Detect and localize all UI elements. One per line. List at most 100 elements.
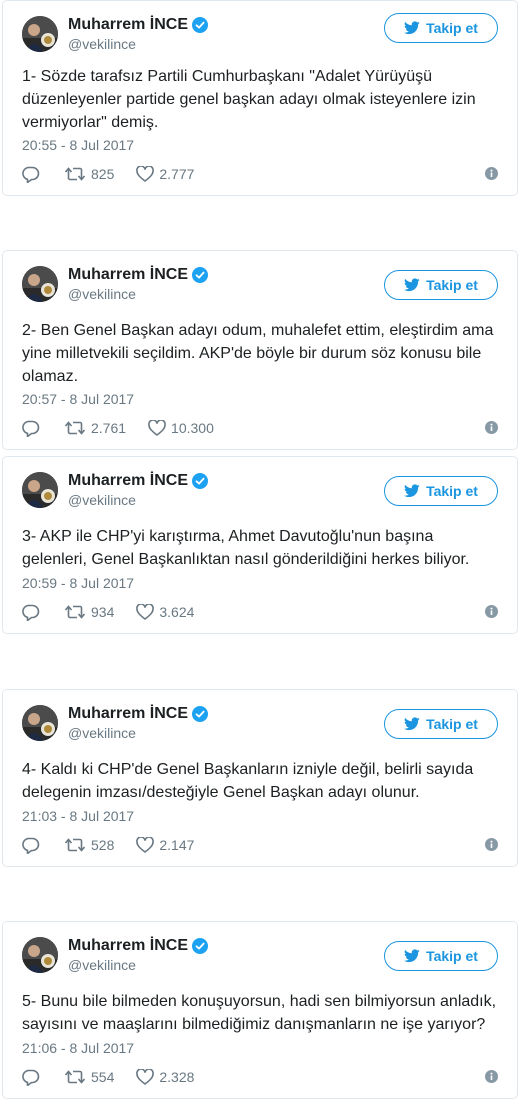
follow-button[interactable]: Takip et (384, 13, 498, 43)
like-button[interactable]: 10.300 (148, 420, 214, 436)
reply-button[interactable] (22, 604, 40, 621)
avatar[interactable] (22, 937, 58, 973)
tweet-timestamp[interactable]: 20:57 - 8 Jul 2017 (22, 391, 134, 407)
like-count: 3.624 (159, 604, 195, 620)
author-name[interactable]: Muharrem İNCE (68, 472, 209, 490)
tweet-text: 4- Kaldı ki CHP'de Genel Başkanların izn… (22, 761, 474, 801)
author-name[interactable]: Muharrem İNCE (68, 266, 209, 284)
author-handle[interactable]: @vekilince (68, 957, 136, 973)
follow-button[interactable]: Takip et (384, 709, 498, 739)
avatar[interactable] (22, 266, 58, 302)
like-button[interactable]: 3.624 (136, 604, 194, 620)
like-count: 10.300 (171, 420, 214, 436)
author-name[interactable]: Muharrem İNCE (68, 937, 209, 955)
follow-button-label: Takip et (426, 277, 478, 293)
retweet-icon (64, 167, 86, 181)
twitter-bird-icon (404, 484, 420, 498)
author-name[interactable]: Muharrem İNCE (68, 705, 209, 723)
retweet-button[interactable]: 2.761 (64, 420, 126, 436)
info-icon[interactable] (485, 421, 498, 434)
retweet-count: 2.761 (91, 420, 127, 436)
tweet-card: Muharrem İNCE @vekilince Takip et 4- Kal… (2, 689, 518, 867)
heart-icon (136, 604, 155, 620)
author-handle[interactable]: @vekilince (68, 492, 136, 508)
avatar[interactable] (22, 472, 58, 508)
follow-button-label: Takip et (426, 716, 478, 732)
retweet-button[interactable]: 528 (64, 837, 114, 853)
twitter-bird-icon (404, 949, 420, 963)
tweet-timestamp[interactable]: 20:55 - 8 Jul 2017 (22, 137, 134, 153)
info-icon[interactable] (485, 167, 498, 180)
author-handle[interactable]: @vekilince (68, 36, 136, 52)
like-count: 2.147 (159, 837, 195, 853)
reply-icon (22, 420, 40, 437)
twitter-bird-icon (404, 278, 420, 292)
retweet-count: 554 (91, 1069, 115, 1085)
reply-button[interactable] (22, 837, 40, 854)
tweet-text: 2- Ben Genel Başkan adayı odum, muhalefe… (22, 322, 494, 385)
follow-button[interactable]: Takip et (384, 476, 498, 506)
like-count: 2.328 (159, 1069, 195, 1085)
tweet-actions: 934 3.624 (22, 602, 498, 622)
tweet-actions: 825 2.777 (22, 164, 498, 184)
retweet-count: 528 (91, 837, 115, 853)
retweet-icon (64, 838, 86, 852)
tweet-timestamp[interactable]: 21:06 - 8 Jul 2017 (22, 1040, 134, 1056)
avatar[interactable] (22, 705, 58, 741)
follow-button-label: Takip et (426, 20, 478, 36)
like-button[interactable]: 2.147 (136, 837, 194, 853)
reply-icon (22, 1069, 40, 1086)
follow-button[interactable]: Takip et (384, 270, 498, 300)
verified-badge-icon (192, 473, 209, 489)
tweet-text: 1- Sözde tarafsız Partili Cumhurbaşkanı … (22, 68, 476, 131)
retweet-icon (64, 1070, 86, 1084)
tweet-text: 5- Bunu bile bilmeden konuşuyorsun, hadi… (22, 993, 497, 1033)
tweet-actions: 528 2.147 (22, 835, 498, 855)
like-button[interactable]: 2.328 (136, 1069, 194, 1085)
tweet-card: Muharrem İNCE @vekilince Takip et 5- Bun… (2, 921, 518, 1099)
retweet-icon (64, 421, 86, 435)
info-icon[interactable] (485, 605, 498, 618)
twitter-bird-icon (404, 717, 420, 731)
avatar[interactable] (22, 16, 58, 52)
retweet-count: 825 (91, 166, 115, 182)
info-icon[interactable] (485, 838, 498, 851)
heart-icon (148, 420, 166, 436)
tweet-timestamp[interactable]: 21:03 - 8 Jul 2017 (22, 808, 134, 824)
author-name-text: Muharrem İNCE (68, 472, 189, 489)
info-icon[interactable] (485, 1070, 498, 1083)
verified-badge-icon (192, 17, 209, 33)
tweet-timestamp[interactable]: 20:59 - 8 Jul 2017 (22, 575, 134, 591)
retweet-button[interactable]: 825 (64, 166, 114, 182)
author-name[interactable]: Muharrem İNCE (68, 16, 209, 34)
retweet-button[interactable]: 934 (64, 604, 114, 620)
follow-button[interactable]: Takip et (384, 941, 498, 971)
heart-icon (136, 837, 155, 853)
author-name-text: Muharrem İNCE (68, 937, 189, 954)
reply-icon (22, 837, 40, 854)
verified-badge-icon (192, 706, 209, 722)
twitter-bird-icon (404, 21, 420, 35)
tweet-card: Muharrem İNCE @vekilince Takip et 3- AKP… (2, 456, 518, 634)
retweet-icon (64, 605, 86, 619)
retweet-button[interactable]: 554 (64, 1069, 114, 1085)
reply-icon (22, 166, 40, 183)
heart-icon (136, 166, 155, 182)
author-name-text: Muharrem İNCE (68, 16, 189, 33)
tweet-actions: 554 2.328 (22, 1067, 498, 1087)
tweet-actions: 2.761 10.300 (22, 418, 498, 438)
follow-button-label: Takip et (426, 483, 478, 499)
verified-badge-icon (192, 938, 209, 954)
author-handle[interactable]: @vekilince (68, 725, 136, 741)
tweet-text: 3- AKP ile CHP'yi karıştırma, Ahmet Davu… (22, 528, 470, 568)
author-name-text: Muharrem İNCE (68, 266, 189, 283)
reply-button[interactable] (22, 420, 40, 437)
reply-icon (22, 604, 40, 621)
author-handle[interactable]: @vekilince (68, 286, 136, 302)
reply-button[interactable] (22, 1069, 40, 1086)
tweet-card: Muharrem İNCE @vekilince Takip et 1- Söz… (2, 0, 518, 196)
reply-button[interactable] (22, 166, 40, 183)
tweet-card: Muharrem İNCE @vekilince Takip et 2- Ben… (2, 250, 518, 450)
author-name-text: Muharrem İNCE (68, 705, 189, 722)
like-button[interactable]: 2.777 (136, 166, 194, 182)
